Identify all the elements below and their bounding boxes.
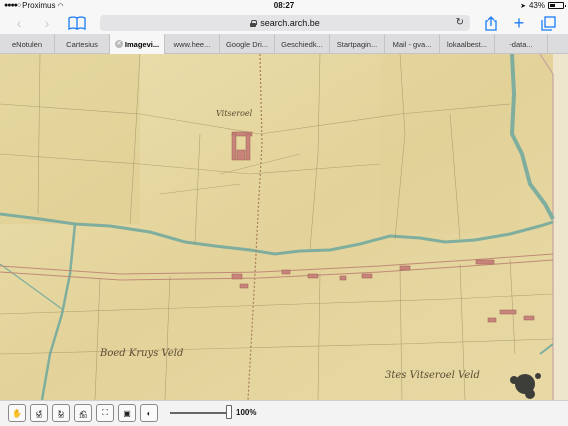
map-label-boed-kruys-veld: Boed Kruys Veld (99, 348, 183, 359)
url-text: search.arch.be (260, 18, 320, 28)
tab-label: Startpagin... (336, 39, 378, 49)
map-label-vitseroel: Vitseroel (216, 109, 253, 118)
battery-icon (548, 2, 566, 9)
zoom-slider[interactable] (170, 412, 230, 414)
tab-label: Cartesius (66, 39, 98, 49)
zoom-level: 100% (236, 408, 257, 417)
map-label-vitseroel-veld: 3tes Vitseroel Veld (385, 370, 480, 381)
tab-label: Geschiedk... (281, 39, 323, 49)
tabs-icon (540, 15, 556, 31)
reload-icon[interactable]: ↻ (456, 17, 464, 28)
tab-label: lokaalbest... (446, 39, 488, 49)
close-tab-icon[interactable]: ✕ (115, 40, 123, 48)
forward-button[interactable]: › (38, 14, 56, 32)
new-tab-button[interactable]: + (510, 13, 528, 33)
clock: 08:27 (273, 1, 295, 10)
rotate-right-button[interactable]: ↻ 90 (52, 404, 70, 422)
lock-icon (250, 19, 258, 27)
tab-bar: eNotulen Cartesius ✕ Imagevi... www.hee..… (0, 34, 568, 54)
fit-screen-icon: ⛶ (102, 408, 108, 417)
contrast-icon: ◐ (146, 408, 152, 418)
bookmarks-button[interactable] (66, 14, 88, 32)
tab-label: eNotulen (11, 39, 43, 49)
tab-google-drive[interactable]: Google Dri... (220, 34, 275, 54)
tab-geschiedkunde[interactable]: Geschiedk... (275, 34, 330, 54)
browser-nav-bar: ‹ › search.arch.be ↻ + (0, 12, 568, 34)
map-viewer[interactable]: Vitseroel Boed Kruys Veld 3tes Vitseroel… (0, 54, 568, 400)
viewer-toolbar: ✋ ↺ 90 ↻ 90 ↶ 180 ⛶ ▣ ◐ 100% (0, 400, 568, 426)
status-right: ➤ 43% (520, 1, 566, 10)
hand-icon: ✋ (12, 408, 22, 418)
status-bar: ●●●●○ Proximus ◠ 08:27 ➤ 43% (0, 0, 568, 12)
rotate-right-label: 90 (58, 414, 64, 420)
tab-label: Google Dri... (225, 39, 269, 49)
tab-label: www.hee... (173, 39, 211, 49)
share-icon (485, 15, 497, 31)
tab-label: -data... (509, 39, 533, 49)
image-icon: ▣ (123, 408, 131, 418)
share-button[interactable] (482, 14, 500, 32)
tab-lokaalbestuur[interactable]: lokaalbest... (440, 34, 495, 54)
tab-data[interactable]: -data... (495, 34, 548, 54)
tab-label: Mail - gva... (392, 39, 432, 49)
fit-screen-button[interactable]: ⛶ (96, 404, 114, 422)
contrast-button[interactable]: ◐ (140, 404, 158, 422)
tab-startpagina[interactable]: Startpagin... (330, 34, 385, 54)
rotate-180-button[interactable]: ↶ 180 (74, 404, 92, 422)
tab-cartesius[interactable]: Cartesius (55, 34, 110, 54)
tab-label: Imagevi... (124, 39, 160, 49)
rotate-left-label: 90 (36, 414, 42, 420)
pan-tool-button[interactable]: ✋ (8, 404, 26, 422)
tabs-overview-button[interactable] (538, 14, 558, 32)
address-bar[interactable]: search.arch.be ↻ (100, 15, 470, 31)
rotate-180-label: 180 (78, 414, 88, 420)
tab-mail[interactable]: Mail - gva... (385, 34, 440, 54)
tab-enotulen[interactable]: eNotulen (0, 34, 55, 54)
rotate-left-button[interactable]: ↺ 90 (30, 404, 48, 422)
tab-imageviewer[interactable]: ✕ Imagevi... (110, 34, 165, 54)
back-button[interactable]: ‹ (10, 14, 28, 32)
location-icon: ➤ (520, 2, 526, 10)
battery-percent: 43% (528, 1, 545, 10)
zoom-slider-handle[interactable] (226, 405, 232, 419)
historic-map-image: Vitseroel Boed Kruys Veld 3tes Vitseroel… (0, 54, 568, 400)
image-mode-button[interactable]: ▣ (118, 404, 136, 422)
book-icon (68, 16, 86, 30)
tab-heemkunde[interactable]: www.hee... (165, 34, 220, 54)
